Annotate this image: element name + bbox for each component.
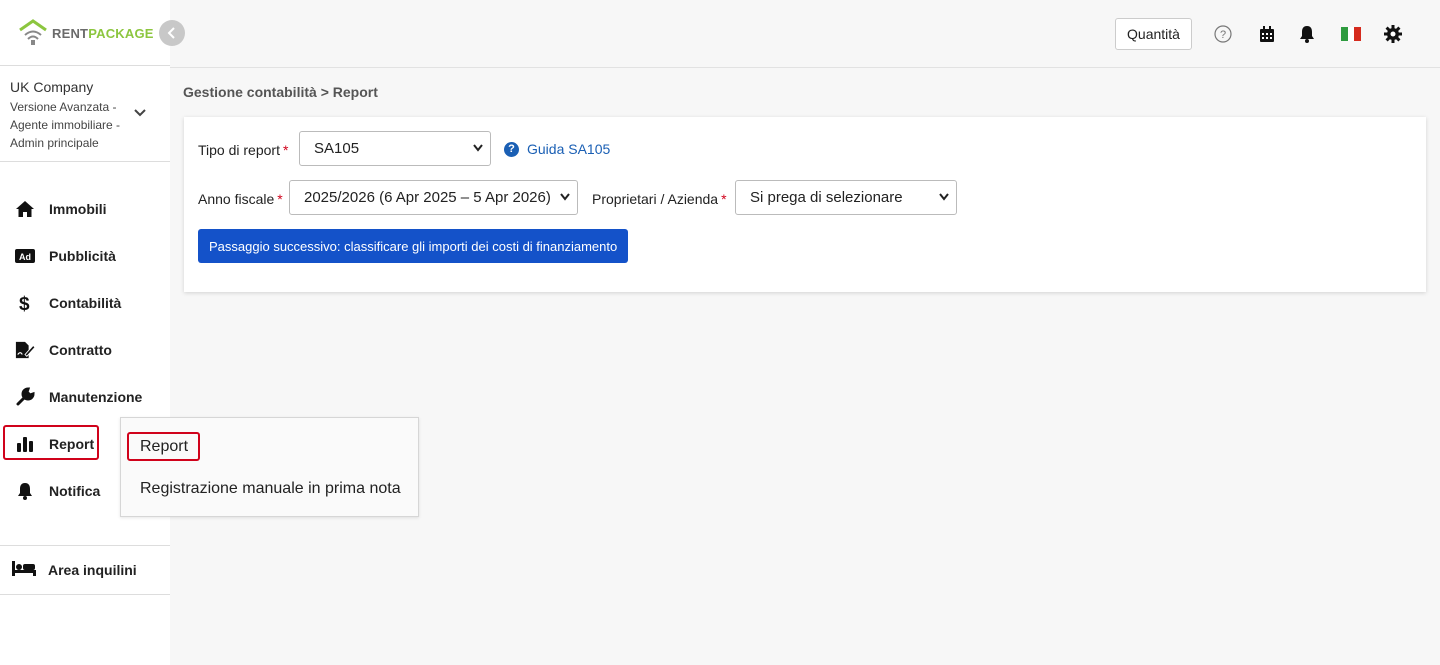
company-subtitle: Versione Avanzata - Agente immobiliare -… — [10, 100, 121, 150]
svg-text:$: $ — [19, 294, 30, 313]
nav-item-manutenzione[interactable]: Manutenzione — [0, 373, 170, 420]
report-submenu: Report Registrazione manuale in prima no… — [120, 417, 419, 517]
nav-label: Contabilità — [49, 294, 122, 311]
company-name: UK Company — [10, 79, 94, 95]
top-bar: Quantità ? — [170, 0, 1440, 68]
nav-label: Area inquilini — [48, 562, 137, 578]
fiscal-year-label-text: Anno fiscale — [198, 191, 275, 207]
owners-value: Si prega di selezionare — [750, 189, 903, 206]
nav-item-pubblicita[interactable]: Ad Pubblicità — [0, 232, 170, 279]
brand-package: PACKAGE — [88, 25, 154, 41]
bed-icon — [12, 560, 36, 581]
breadcrumb-current: Report — [332, 84, 378, 100]
bell-icon[interactable] — [1297, 24, 1317, 44]
wrench-icon — [15, 386, 35, 407]
guide-link-text: Guida SA105 — [527, 141, 611, 157]
fiscal-year-value: 2025/2026 (6 Apr 2025 – 5 Apr 2026) — [304, 189, 551, 206]
fiscal-year-select[interactable]: 2025/2026 (6 Apr 2025 – 5 Apr 2026) — [289, 180, 578, 215]
nav-label: Contratto — [49, 341, 112, 358]
chevron-down-icon — [939, 193, 949, 201]
report-highlight-box — [3, 425, 99, 460]
owners-label-text: Proprietari / Azienda — [592, 191, 719, 207]
report-type-label: Tipo di report * — [198, 142, 288, 158]
nav-item-area-inquilini[interactable]: Area inquilini — [0, 545, 170, 595]
submenu-item-registrazione-manuale[interactable]: Registrazione manuale in prima nota — [140, 480, 401, 498]
required-mark: * — [277, 191, 283, 207]
required-mark: * — [721, 191, 727, 207]
gear-icon[interactable] — [1383, 24, 1403, 44]
required-mark: * — [282, 142, 289, 158]
guide-sa105-link[interactable]: ? Guida SA105 — [504, 141, 610, 157]
next-step-button[interactable]: Passaggio successivo: classificare gli i… — [198, 229, 629, 263]
nav-label: Immobili — [49, 200, 107, 217]
report-type-value: SA105 — [314, 140, 360, 157]
calendar-icon[interactable] — [1257, 24, 1277, 44]
dollar-icon: $ — [15, 293, 35, 313]
brand-rent: RENT — [52, 25, 89, 41]
nav-label: Notifica — [49, 482, 101, 499]
breadcrumb: Gestione contabilità > Report — [183, 84, 378, 100]
breadcrumb-separator: > — [320, 84, 329, 100]
nav-item-contabilita[interactable]: $ Contabilità — [0, 279, 170, 326]
help-icon[interactable]: ? — [1213, 24, 1233, 44]
nav-item-immobili[interactable]: Immobili — [0, 185, 170, 232]
chevron-down-icon[interactable] — [133, 108, 147, 118]
report-form-card: Tipo di report * SA105 ? Guida SA105 Anno… — [184, 117, 1426, 292]
report-type-select[interactable]: SA105 — [299, 131, 491, 166]
chevron-down-icon — [560, 193, 570, 201]
chevron-left-icon — [167, 27, 175, 39]
italy-flag-icon[interactable] — [1340, 24, 1362, 44]
company-switcher[interactable]: UK Company Versione Avanzata - Agente im… — [0, 66, 170, 162]
sidebar: RENTPACKAGE UK Company Versione Avanzata… — [0, 0, 170, 665]
fiscal-year-label: Anno fiscale * — [198, 191, 283, 207]
submenu-item-report[interactable]: Report — [140, 438, 188, 456]
owners-label: Proprietari / Azienda * — [592, 191, 727, 207]
wifi-house-icon — [19, 19, 47, 45]
svg-text:Ad: Ad — [19, 252, 31, 262]
brand-logo[interactable]: RENTPACKAGE — [18, 19, 154, 47]
question-circle-icon: ? — [504, 141, 519, 157]
svg-text:?: ? — [1220, 29, 1226, 41]
sidebar-collapse-button[interactable] — [159, 20, 185, 46]
home-icon — [15, 199, 35, 219]
logo-row: RENTPACKAGE — [0, 0, 170, 66]
breadcrumb-parent[interactable]: Gestione contabilità — [183, 84, 317, 100]
nav-item-contratto[interactable]: Contratto — [0, 326, 170, 373]
nav-label: Manutenzione — [49, 388, 143, 405]
owners-select[interactable]: Si prega di selezionare — [735, 180, 957, 215]
chevron-down-icon — [473, 144, 483, 152]
contract-icon — [15, 340, 35, 360]
bell-icon — [15, 481, 35, 501]
report-type-label-text: Tipo di report — [198, 142, 280, 158]
ad-icon: Ad — [15, 246, 35, 266]
quantity-button[interactable]: Quantità — [1115, 18, 1192, 50]
nav-label: Pubblicità — [49, 247, 116, 264]
